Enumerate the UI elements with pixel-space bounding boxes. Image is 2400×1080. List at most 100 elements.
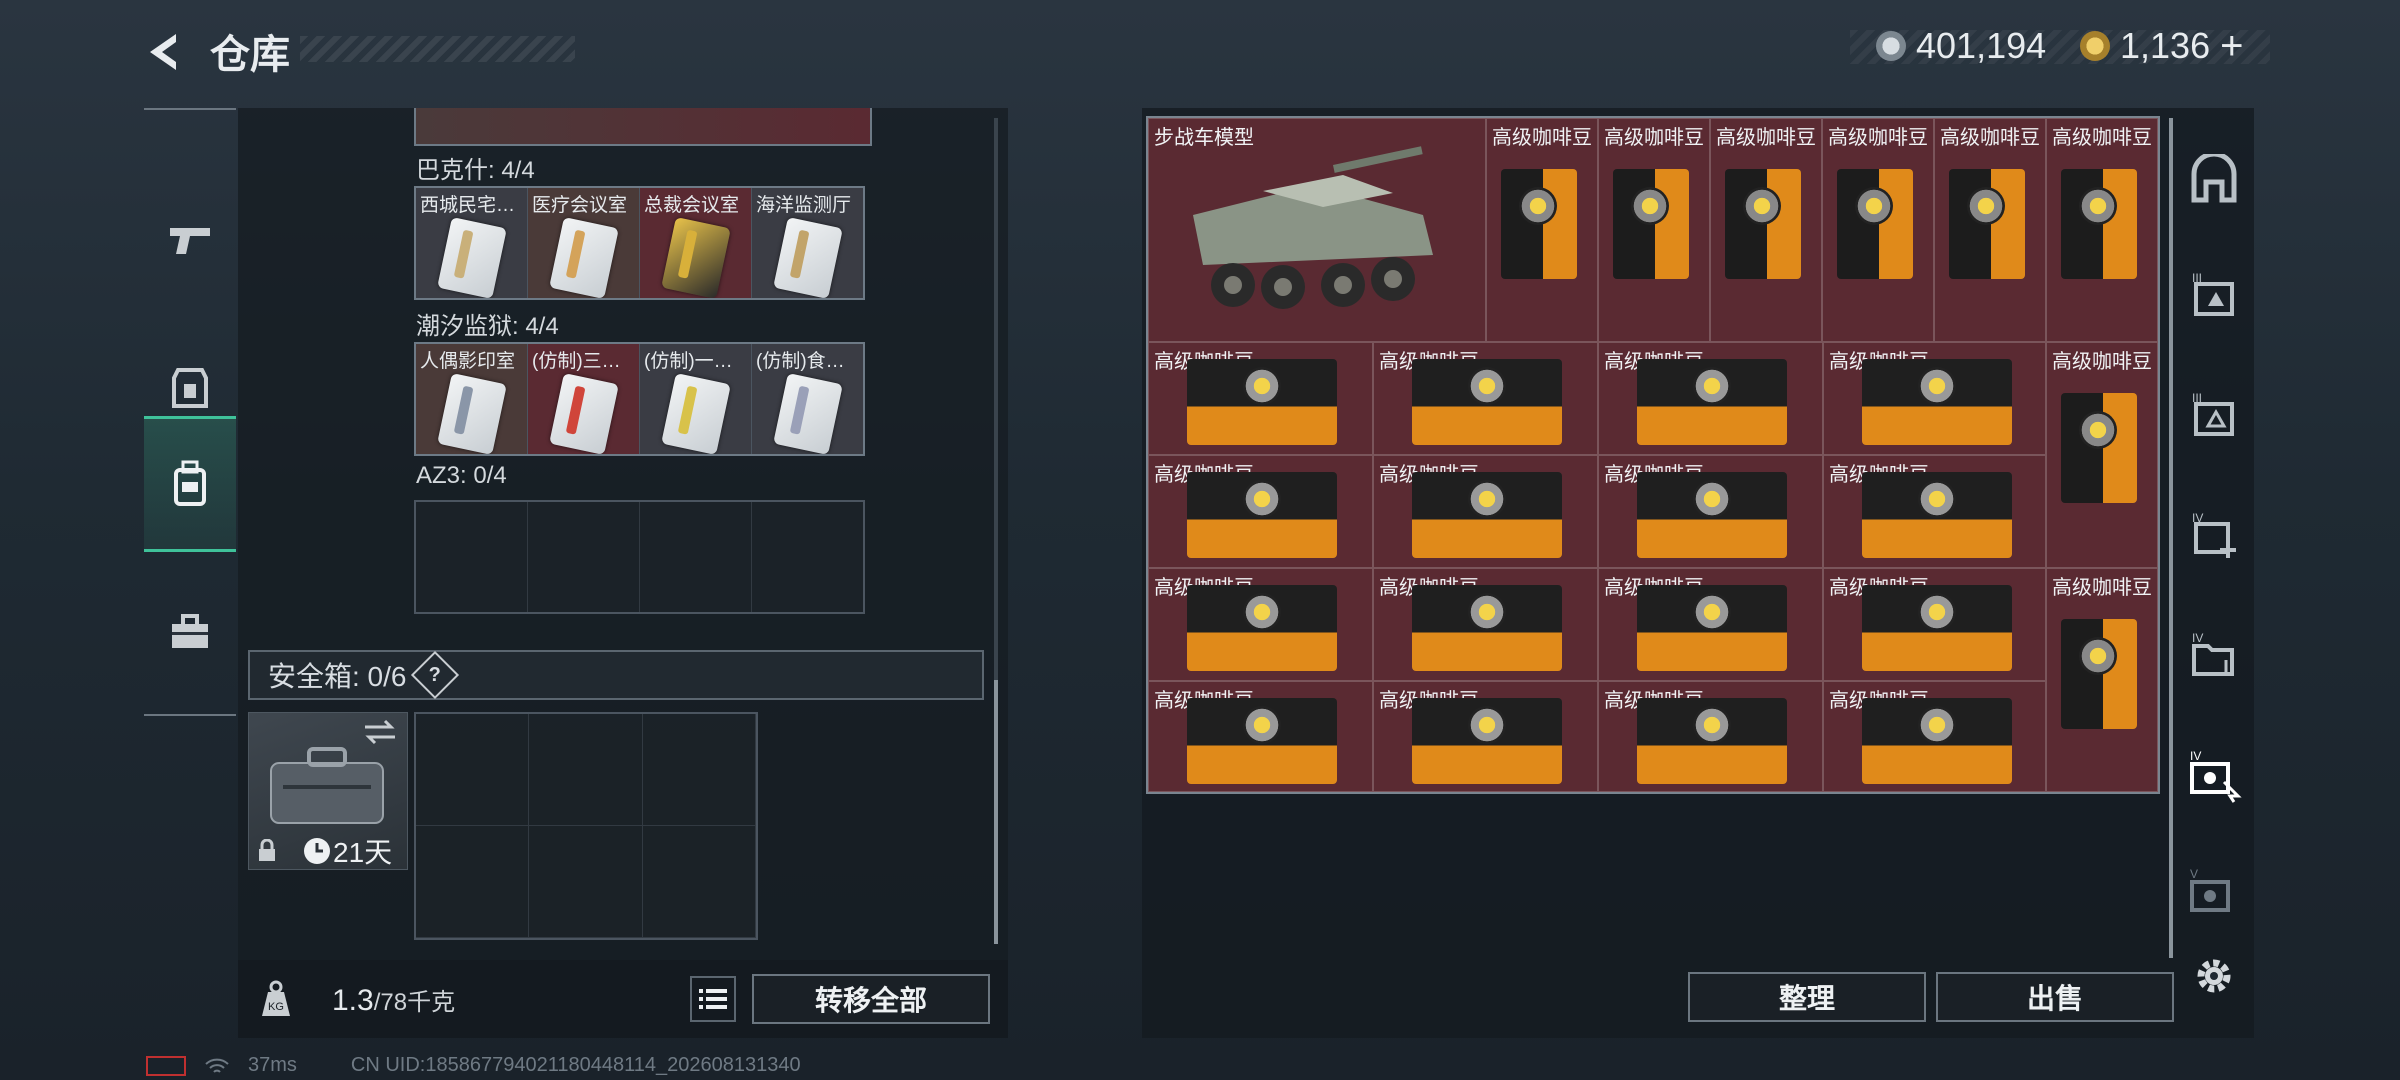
item-coffee-bean[interactable]: 高级咖啡豆 [1598, 681, 1823, 792]
transfer-all-button[interactable]: 转移全部 [752, 974, 990, 1024]
coffee-bag-icon [1412, 472, 1562, 558]
warehouse-tab-4c-active[interactable]: IV [2184, 746, 2244, 806]
svg-text:IV: IV [2190, 749, 2201, 763]
item-label: 高级咖啡豆 [1716, 127, 1816, 149]
item-coffee-bean[interactable]: 高级咖啡豆 [1148, 455, 1373, 568]
item-coffee-bean[interactable]: 高级咖啡豆 [1148, 681, 1373, 792]
safe-case-icon [270, 747, 384, 824]
sell-button[interactable]: 出售 [1936, 972, 2174, 1022]
safe-slot[interactable] [416, 826, 530, 938]
keycard-row-chaoxi: 人偶影印室 (仿制)三… (仿制)一… (仿制)食… [414, 342, 865, 456]
list-view-button[interactable] [690, 976, 736, 1022]
item-coffee-bean[interactable]: 高级咖啡豆 [2046, 118, 2158, 342]
empty-slot[interactable] [416, 502, 528, 612]
item-coffee-bean[interactable]: 高级咖啡豆 [1373, 455, 1598, 568]
warehouse-tab-3a[interactable]: III [2184, 266, 2244, 326]
item-coffee-bean[interactable]: 高级咖啡豆 [1822, 118, 1934, 342]
warehouse-tab-4b[interactable]: IV [2184, 626, 2244, 686]
item-coffee-bean[interactable]: 高级咖啡豆 [1598, 118, 1710, 342]
item-coffee-bean[interactable]: 高级咖啡豆 [2046, 568, 2158, 792]
warehouse-tab-4a[interactable]: IV [2184, 506, 2244, 566]
keycard-label: (仿制)食… [756, 351, 845, 372]
section-label-chaoxi: 潮汐监狱: 4/4 [416, 313, 559, 340]
keycard-item[interactable]: (仿制)食… [752, 344, 863, 454]
coffee-bag-icon [2061, 169, 2137, 279]
section-label-az3: AZ3: 0/4 [416, 462, 507, 489]
coffee-bag-icon [1637, 585, 1787, 671]
keycard-item[interactable]: (仿制)三… [528, 344, 640, 454]
coffee-bag-icon [1725, 169, 1801, 279]
item-coffee-bean[interactable]: 高级咖啡豆 [2046, 342, 2158, 568]
item-coffee-bean[interactable]: 高级咖啡豆 [1486, 118, 1598, 342]
warehouse-tab-3b[interactable]: III [2184, 386, 2244, 446]
nav-cases[interactable] [144, 572, 236, 692]
item-coffee-bean[interactable]: 高级咖啡豆 [1598, 455, 1823, 568]
lock-icon [259, 839, 275, 861]
svg-text:IV: IV [2192, 631, 2203, 645]
keycard-item[interactable]: (仿制)一… [640, 344, 752, 454]
item-coffee-bean[interactable]: 高级咖啡豆 [1148, 342, 1373, 455]
coffee-bag-icon [2061, 619, 2137, 729]
keycard-label: 人偶影印室 [420, 351, 516, 372]
item-coffee-bean[interactable]: 高级咖啡豆 [1823, 342, 2046, 455]
currency-hafcoin-value: 401,194 [1916, 25, 2047, 66]
safe-days-remaining: 21天 [333, 837, 393, 868]
battery-icon [146, 1055, 186, 1076]
selected-box-icon: IV [2190, 749, 2242, 803]
keycard-row-bakeshi: 西城民宅… 医疗会议室 总裁会议室 海洋监测厅 [414, 186, 865, 300]
keycard-icon [437, 216, 507, 298]
gold-triangle-coin-icon [2080, 31, 2110, 61]
safe-slot[interactable] [529, 826, 643, 938]
empty-slot[interactable] [528, 502, 640, 612]
weight-display: 1.3/78千克 [332, 982, 455, 1018]
coffee-bag-icon [1412, 585, 1562, 671]
item-coffee-bean[interactable]: 高级咖啡豆 [1823, 681, 2046, 792]
warehouse-scrollbar[interactable] [2169, 118, 2173, 958]
item-coffee-bean[interactable]: 高级咖啡豆 [1598, 568, 1823, 681]
keycard-item[interactable]: 海洋监测厅 [752, 188, 863, 298]
back-arrow-icon[interactable] [140, 28, 188, 76]
page-title: 仓库 [210, 33, 290, 77]
settings-button[interactable] [2184, 946, 2244, 1006]
item-coffee-bean[interactable]: 高级咖啡豆 [1598, 342, 1823, 455]
folder-box-icon: IV [2192, 631, 2234, 676]
safe-slot[interactable] [416, 714, 530, 826]
warehouse-tab-main[interactable] [2184, 150, 2244, 210]
keycard-item[interactable]: 医疗会议室 [528, 188, 640, 298]
ifv-vehicle-icon [1193, 146, 1433, 309]
weight-kg-icon: KG [262, 980, 290, 1016]
item-coffee-bean[interactable]: 高级咖啡豆 [1373, 342, 1598, 455]
item-label: 高级咖啡豆 [1828, 127, 1928, 149]
item-vehicle-model[interactable]: 步战车模型 [1148, 118, 1486, 342]
keycard-item[interactable]: 总裁会议室 [640, 188, 752, 298]
help-icon[interactable]: ? [411, 650, 460, 700]
item-coffee-bean[interactable]: 高级咖啡豆 [1934, 118, 2046, 342]
keycard-icon [437, 372, 507, 454]
inventory-scrollbar-thumb[interactable] [994, 680, 998, 944]
coffee-bag-icon [1637, 472, 1787, 558]
swap-icon[interactable] [363, 719, 397, 745]
nav-backpack[interactable] [144, 416, 236, 552]
item-coffee-bean[interactable]: 高级咖啡豆 [1823, 568, 2046, 681]
safe-box-item[interactable]: 21天 [248, 712, 408, 870]
safe-slot[interactable] [642, 826, 756, 938]
keycard-item[interactable]: 人偶影印室 [416, 344, 528, 454]
safe-slot[interactable] [642, 714, 756, 826]
item-coffee-bean[interactable]: 高级咖啡豆 [1710, 118, 1822, 342]
safe-slot[interactable] [529, 714, 643, 826]
coffee-bag-icon [1412, 359, 1562, 445]
empty-slot[interactable] [752, 502, 863, 612]
item-coffee-bean[interactable]: 高级咖啡豆 [1148, 568, 1373, 681]
keycard-item[interactable]: 西城民宅… [416, 188, 528, 298]
item-coffee-bean[interactable]: 高级咖啡豆 [1823, 455, 2046, 568]
warehouse-tab-5[interactable]: V [2184, 864, 2244, 924]
coffee-bag-icon [1187, 359, 1337, 445]
add-currency-button[interactable]: + [2220, 24, 2243, 69]
keycard-label: (仿制)三… [532, 351, 621, 372]
sort-button[interactable]: 整理 [1688, 972, 1926, 1022]
item-coffee-bean[interactable]: 高级咖啡豆 [1373, 681, 1598, 792]
item-coffee-bean[interactable]: 高级咖啡豆 [1373, 568, 1598, 681]
uid-text: CN UID:185867794021180448114_20260813134… [350, 1054, 801, 1076]
empty-slot[interactable] [640, 502, 752, 612]
nav-weapons[interactable] [144, 180, 236, 300]
